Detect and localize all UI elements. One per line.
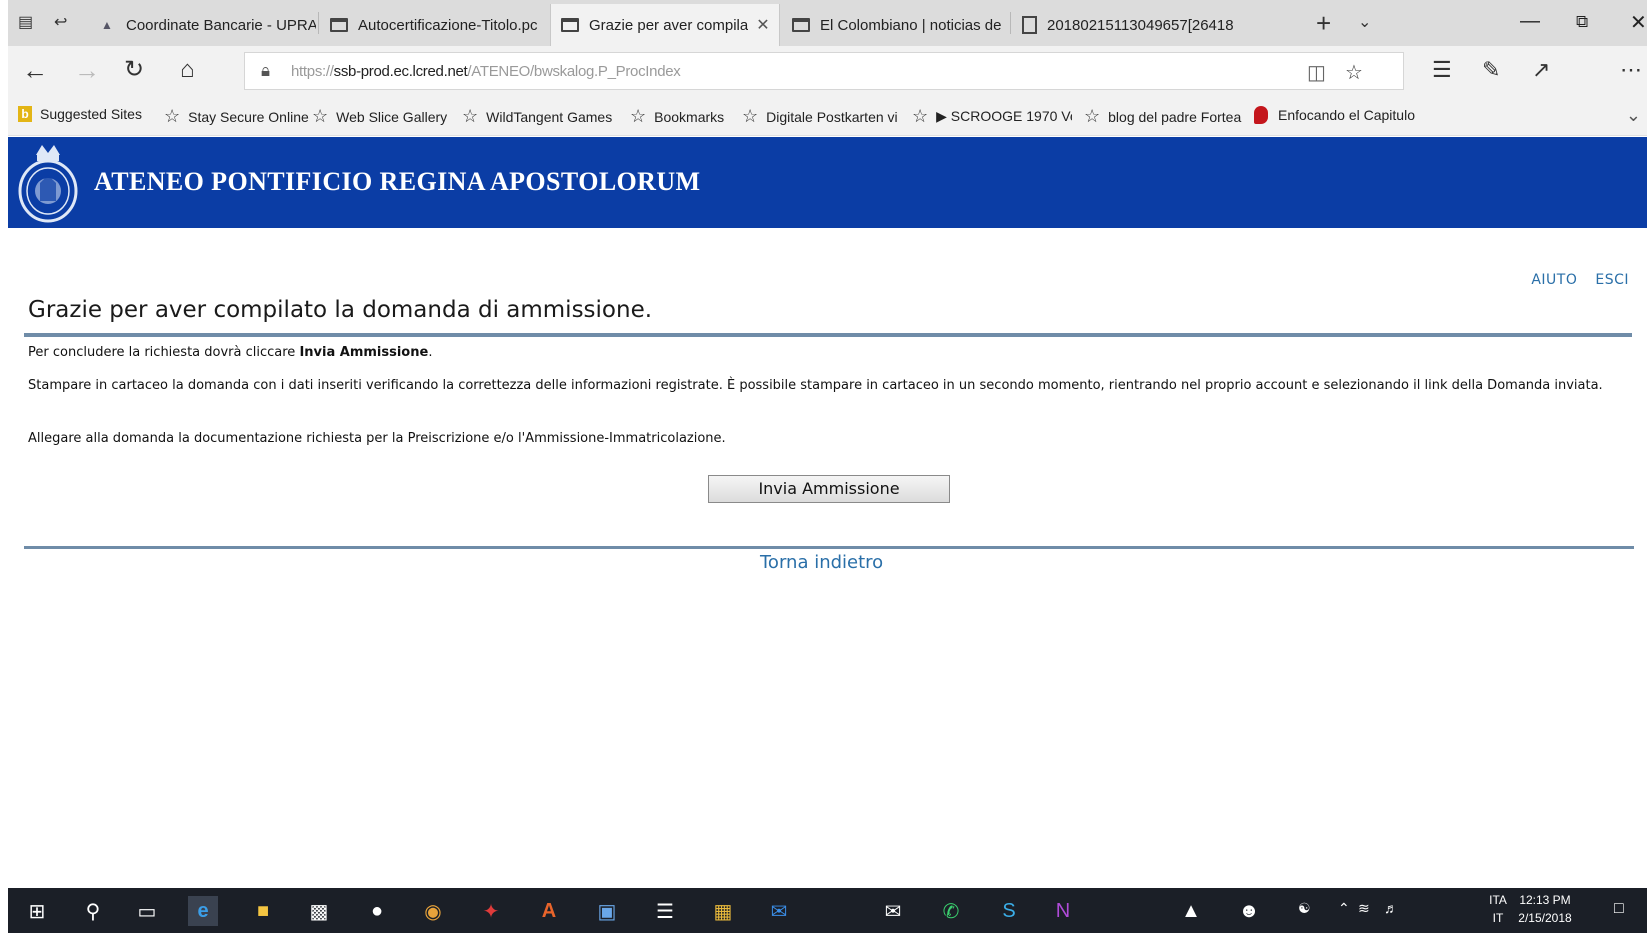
- help-link[interactable]: AIUTO: [1531, 272, 1577, 288]
- exit-link[interactable]: ESCI: [1595, 272, 1629, 288]
- instruction-paragraph-2: Stampare in cartaceo la domanda con i da…: [28, 378, 1603, 393]
- app-grid-icon[interactable]: ▦: [708, 896, 738, 926]
- mail-icon[interactable]: ✉: [878, 896, 908, 926]
- windows-start-icon[interactable]: ⊞: [22, 896, 52, 926]
- favorite-blog-padre-fortea[interactable]: ☆ blog del padre Fortea: [1084, 106, 1250, 127]
- tab-grazie[interactable]: Grazie per aver compila ✕: [550, 4, 780, 46]
- browser-window: ▤ ↩ ▲ Coordinate Bancarie - UPRA Autocer…: [8, 0, 1647, 933]
- star-icon: ☆: [312, 106, 329, 126]
- user-avatar-icon[interactable]: ☻: [1234, 896, 1264, 926]
- task-view-icon[interactable]: ▭: [132, 896, 162, 926]
- clock[interactable]: 12:13 PM 2/15/2018: [1508, 891, 1582, 927]
- restore-icon[interactable]: ⧉: [1576, 12, 1588, 32]
- refresh-icon[interactable]: ↻: [124, 56, 144, 84]
- lock-icon: 🔒︎: [261, 61, 271, 80]
- back-link[interactable]: Torna indietro: [760, 552, 883, 573]
- tab-pdf-document[interactable]: 20180215113049657[26418: [1012, 4, 1248, 46]
- notifications-icon[interactable]: □: [1614, 900, 1624, 918]
- tab-actions-icon[interactable]: ▤: [18, 12, 33, 32]
- share-icon[interactable]: ↗: [1532, 56, 1550, 84]
- edge-browser-icon[interactable]: e: [188, 896, 218, 926]
- search-icon[interactable]: ⚲: [78, 896, 108, 926]
- red-leaf-icon: [1254, 106, 1268, 124]
- tab-bar: ▤ ↩ ▲ Coordinate Bancarie - UPRA Autocer…: [8, 0, 1647, 46]
- favorite-suggested-sites[interactable]: b Suggested Sites: [18, 106, 142, 122]
- more-options-icon[interactable]: ⋯: [1620, 56, 1642, 84]
- back-arrow-icon[interactable]: ←: [22, 56, 48, 84]
- favorite-bookmarks[interactable]: ☆ Bookmarks: [630, 106, 724, 127]
- set-aside-tabs-icon[interactable]: ↩: [54, 12, 67, 32]
- star-icon: ☆: [630, 106, 647, 126]
- page-icon: [330, 18, 348, 32]
- acrobat-icon[interactable]: A: [534, 896, 564, 926]
- star-icon: ☆: [912, 106, 929, 126]
- instruction-paragraph-3: Allegare alla domanda la documentazione …: [28, 431, 726, 446]
- person-icon: ▲: [101, 18, 113, 32]
- tab-autocertificazione[interactable]: Autocertificazione-Titolo.pc: [320, 4, 548, 46]
- tab-coordinate-bancarie[interactable]: ▲ Coordinate Bancarie - UPRA: [88, 4, 316, 46]
- onenote-icon[interactable]: N: [1048, 896, 1078, 926]
- submit-admission-button[interactable]: Invia Ammissione: [708, 475, 950, 503]
- divider: [24, 333, 1632, 337]
- site-header: ATENEO PONTIFICIO REGINA APOSTOLORUM: [8, 137, 1647, 228]
- favorites-bar: b Suggested Sites ☆ Stay Secure Online ☆ We…: [8, 96, 1647, 136]
- address-text: https://ssb-prod.ec.lcred.net/ATENEO/bws…: [291, 63, 681, 80]
- app-cube-icon[interactable]: ▲: [1176, 896, 1206, 926]
- page-title: Grazie per aver compilato la domanda di …: [28, 297, 653, 323]
- top-links: AIUTO ESCI: [1531, 272, 1629, 288]
- chrome-icon[interactable]: ◉: [418, 896, 448, 926]
- instruction-paragraph-1: Per concludere la richiesta dovrà clicca…: [28, 345, 433, 360]
- volume-icon[interactable]: ♬: [1384, 900, 1398, 916]
- star-icon: ☆: [164, 106, 181, 126]
- bing-icon: b: [18, 106, 32, 122]
- close-tab-icon[interactable]: ✕: [756, 15, 769, 35]
- star-icon: ☆: [742, 106, 759, 126]
- app-circle-icon[interactable]: ●: [362, 896, 392, 926]
- favorite-star-icon[interactable]: ☆: [1345, 60, 1363, 85]
- outlook-icon[interactable]: ✉: [764, 896, 794, 926]
- page-icon: [792, 18, 810, 32]
- pdf-icon: [1022, 16, 1037, 34]
- pin-icon[interactable]: ✦: [476, 896, 506, 926]
- favorite-digitale-postkarten[interactable]: ☆ Digitale Postkarten vi: [742, 106, 902, 127]
- people-icon[interactable]: ☯: [1298, 900, 1311, 917]
- skype-icon[interactable]: S: [994, 896, 1024, 926]
- favorite-stay-secure-online[interactable]: ☆ Stay Secure Online: [164, 106, 309, 127]
- file-explorer-icon[interactable]: ■: [248, 896, 278, 926]
- divider: [24, 546, 1634, 549]
- favorite-enfocando[interactable]: Enfocando el Capitulo: [1254, 106, 1422, 124]
- network-icon[interactable]: ≋: [1358, 900, 1370, 917]
- app-square-icon[interactable]: ▣: [592, 896, 622, 926]
- home-icon[interactable]: ⌂: [180, 56, 195, 84]
- navigation-bar: ← → ↻ ⌂ 🔒︎ https://ssb-prod.ec.lcred.net…: [8, 46, 1647, 96]
- minimize-icon[interactable]: —: [1520, 10, 1540, 33]
- store-icon[interactable]: ▩: [304, 896, 334, 926]
- star-icon: ☆: [1084, 106, 1101, 126]
- web-note-pen-icon[interactable]: ✎: [1482, 56, 1500, 84]
- language-indicator[interactable]: ITA IT: [1488, 891, 1508, 927]
- favorite-web-slice-gallery[interactable]: ☆ Web Slice Gallery: [312, 106, 447, 127]
- library-icon[interactable]: ☰: [650, 896, 680, 926]
- chevron-down-icon[interactable]: ⌄: [1626, 105, 1641, 126]
- favorites-hub-icon[interactable]: ☰: [1432, 56, 1452, 84]
- site-title: ATENEO PONTIFICIO REGINA APOSTOLORUM: [94, 167, 701, 196]
- new-tab-icon[interactable]: +: [1316, 8, 1331, 39]
- forward-arrow-icon[interactable]: →: [74, 56, 100, 84]
- star-icon: ☆: [462, 106, 479, 126]
- chevron-up-icon[interactable]: ⌃: [1338, 900, 1350, 917]
- taskbar: ⊞ ⚲ ▭ e ■ ▩ ● ◉ ✦ A ▣ ☰ ▦ ✉ ✉ ✆ S N ▲ ☻ …: [8, 888, 1647, 933]
- favorite-wildtangent-games[interactable]: ☆ WildTangent Games: [462, 106, 612, 127]
- close-window-icon[interactable]: ✕: [1630, 10, 1647, 35]
- university-seal-logo: [18, 145, 78, 223]
- page-icon: [561, 18, 579, 32]
- reading-view-icon[interactable]: ◫: [1307, 60, 1326, 85]
- address-bar[interactable]: 🔒︎ https://ssb-prod.ec.lcred.net/ATENEO/…: [244, 52, 1404, 90]
- chevron-down-icon[interactable]: ⌄: [1358, 12, 1371, 32]
- tab-el-colombiano[interactable]: El Colombiano | noticias de: [782, 4, 1008, 46]
- whatsapp-icon[interactable]: ✆: [936, 896, 966, 926]
- favorite-scrooge[interactable]: ☆ ▶ SCROOGE 1970 Ve: [912, 106, 1072, 127]
